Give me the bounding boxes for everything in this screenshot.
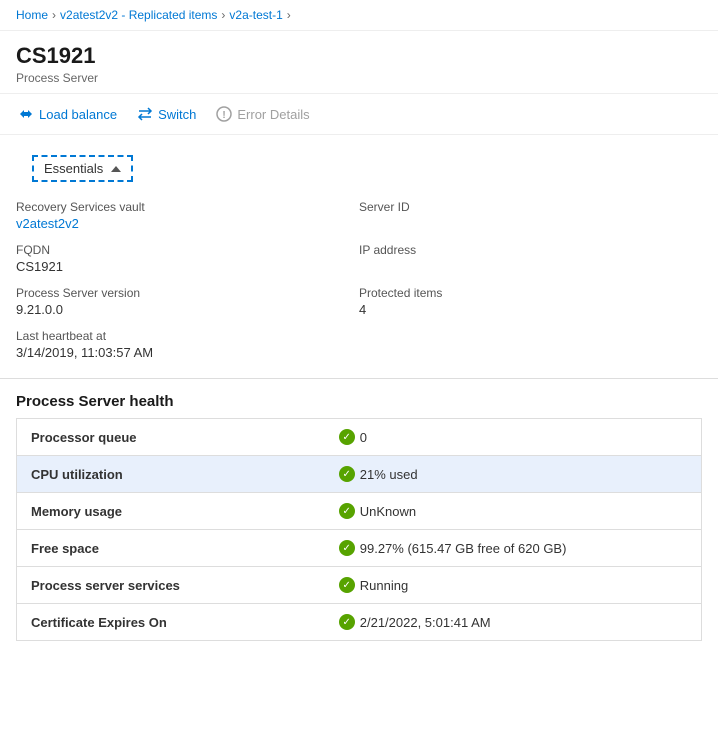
field-value-lh: 3/14/2019, 11:03:57 AM xyxy=(16,345,359,360)
field-last-heartbeat: Last heartbeat at 3/14/2019, 11:03:57 AM xyxy=(16,323,359,366)
field-value-psv: 9.21.0.0 xyxy=(16,302,359,317)
status-cell-cpu: ✓ 21% used xyxy=(339,466,687,482)
essentials-tab[interactable]: Essentials xyxy=(32,155,133,182)
status-value-fs: 99.27% (615.47 GB free of 620 GB) xyxy=(360,541,567,556)
status-value-svc: Running xyxy=(360,578,408,593)
field-label-pi: Protected items xyxy=(359,286,702,300)
essentials-tab-label: Essentials xyxy=(44,161,103,176)
status-cell-cert: ✓ 2/21/2022, 5:01:41 AM xyxy=(339,614,687,630)
switch-button[interactable]: Switch xyxy=(135,102,198,126)
health-row-value-cert: ✓ 2/21/2022, 5:01:41 AM xyxy=(325,604,702,641)
field-label-fqdn: FQDN xyxy=(16,243,359,257)
status-icon-svc: ✓ xyxy=(339,577,355,593)
svg-text:!: ! xyxy=(223,110,226,121)
toolbar: Load balance Switch ! Error Details xyxy=(0,94,718,135)
health-row-value-freespace: ✓ 99.27% (615.47 GB free of 620 GB) xyxy=(325,530,702,567)
breadcrumb-sep-2: › xyxy=(221,8,225,22)
health-row-label-services: Process server services xyxy=(17,567,325,604)
status-value-cert: 2/21/2022, 5:01:41 AM xyxy=(360,615,491,630)
table-row: Memory usage ✓ UnKnown xyxy=(17,493,702,530)
error-details-button[interactable]: ! Error Details xyxy=(214,102,311,126)
breadcrumb: Home › v2atest2v2 - Replicated items › v… xyxy=(0,0,718,31)
field-server-id: Server ID xyxy=(359,194,702,237)
health-title: Process Server health xyxy=(16,379,702,418)
status-icon-cert: ✓ xyxy=(339,614,355,630)
health-row-label-processor-queue: Processor queue xyxy=(17,419,325,456)
status-icon-mem: ✓ xyxy=(339,503,355,519)
breadcrumb-v2atest2v2[interactable]: v2atest2v2 - Replicated items xyxy=(60,8,217,22)
status-value-pq: 0 xyxy=(360,430,367,445)
error-details-label: Error Details xyxy=(237,107,309,122)
status-value-cpu: 21% used xyxy=(360,467,418,482)
status-icon-fs: ✓ xyxy=(339,540,355,556)
load-balance-icon xyxy=(18,106,34,122)
health-row-value-processor-queue: ✓ 0 xyxy=(325,419,702,456)
status-cell-fs: ✓ 99.27% (615.47 GB free of 620 GB) xyxy=(339,540,687,556)
health-table: Processor queue ✓ 0 CPU utilization ✓ 21… xyxy=(16,418,702,641)
table-row: CPU utilization ✓ 21% used xyxy=(17,456,702,493)
field-value-rsv[interactable]: v2atest2v2 xyxy=(16,216,79,231)
health-section: Process Server health Processor queue ✓ … xyxy=(0,379,718,657)
load-balance-button[interactable]: Load balance xyxy=(16,102,119,126)
health-row-label-cpu: CPU utilization xyxy=(17,456,325,493)
field-fqdn: FQDN CS1921 xyxy=(16,237,359,280)
field-value-pi: 4 xyxy=(359,302,702,317)
breadcrumb-home[interactable]: Home xyxy=(16,8,48,22)
field-recovery-services-vault: Recovery Services vault v2atest2v2 xyxy=(16,194,359,237)
field-label-sid: Server ID xyxy=(359,200,702,214)
title-area: CS1921 Process Server xyxy=(0,31,718,94)
page-title: CS1921 xyxy=(16,43,702,69)
essentials-content: Recovery Services vault v2atest2v2 Serve… xyxy=(0,182,718,379)
table-row: Process server services ✓ Running xyxy=(17,567,702,604)
table-row: Processor queue ✓ 0 xyxy=(17,419,702,456)
status-cell-pq: ✓ 0 xyxy=(339,429,687,445)
field-protected-items: Protected items 4 xyxy=(359,280,702,323)
field-label-psv: Process Server version xyxy=(16,286,359,300)
health-row-value-cpu: ✓ 21% used xyxy=(325,456,702,493)
field-ip-address: IP address xyxy=(359,237,702,280)
field-ps-version: Process Server version 9.21.0.0 xyxy=(16,280,359,323)
status-cell-mem: ✓ UnKnown xyxy=(339,503,687,519)
status-cell-svc: ✓ Running xyxy=(339,577,687,593)
error-details-icon: ! xyxy=(216,106,232,122)
breadcrumb-sep-3: › xyxy=(287,8,291,22)
table-row: Free space ✓ 99.27% (615.47 GB free of 6… xyxy=(17,530,702,567)
switch-icon xyxy=(137,106,153,122)
table-row: Certificate Expires On ✓ 2/21/2022, 5:01… xyxy=(17,604,702,641)
status-icon-cpu: ✓ xyxy=(339,466,355,482)
breadcrumb-sep-1: › xyxy=(52,8,56,22)
switch-label: Switch xyxy=(158,107,196,122)
field-value-fqdn: CS1921 xyxy=(16,259,359,274)
health-row-value-memory: ✓ UnKnown xyxy=(325,493,702,530)
essentials-tab-container: Essentials xyxy=(0,135,718,182)
field-label-lh: Last heartbeat at xyxy=(16,329,359,343)
field-label-rsv: Recovery Services vault xyxy=(16,200,359,214)
status-icon-pq: ✓ xyxy=(339,429,355,445)
health-row-value-services: ✓ Running xyxy=(325,567,702,604)
page-subtitle: Process Server xyxy=(16,71,702,85)
breadcrumb-v2a-test-1[interactable]: v2a-test-1 xyxy=(229,8,282,22)
load-balance-label: Load balance xyxy=(39,107,117,122)
health-row-label-freespace: Free space xyxy=(17,530,325,567)
field-label-ip: IP address xyxy=(359,243,702,257)
chevron-up-icon xyxy=(111,166,121,172)
health-row-label-memory: Memory usage xyxy=(17,493,325,530)
health-row-label-cert: Certificate Expires On xyxy=(17,604,325,641)
essentials-grid: Recovery Services vault v2atest2v2 Serve… xyxy=(16,194,702,366)
status-value-mem: UnKnown xyxy=(360,504,416,519)
